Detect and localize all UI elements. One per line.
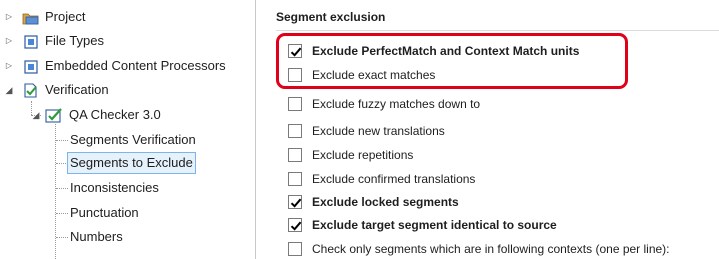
collapse-arrow-icon[interactable]: ◢: [4, 79, 14, 101]
tree-item-segments-verification[interactable]: Segments Verification: [70, 129, 196, 151]
option-label: Exclude repetitions: [312, 148, 414, 162]
settings-tree: ▷ Project ▷ File Types ▷ Embedded Conten…: [0, 0, 256, 259]
tree-item-label: File Types: [45, 33, 105, 48]
checkbox-unchecked[interactable]: [288, 97, 302, 111]
segment-exclusion-panel: Segment exclusion Exclude PerfectMatch a…: [258, 0, 719, 259]
checkbox-unchecked[interactable]: [288, 242, 302, 256]
option-label: Exclude new translations: [312, 124, 445, 138]
expand-arrow-icon[interactable]: ▷: [4, 30, 14, 52]
option-label: Exclude locked segments: [312, 195, 459, 209]
option-label: Check only segments which are in followi…: [312, 242, 670, 256]
tree-item-numbers[interactable]: Numbers: [70, 226, 123, 248]
option-label: Exclude fuzzy matches down to: [312, 97, 481, 111]
check-mark-icon: [290, 198, 302, 208]
tree-line: [56, 237, 68, 238]
tree-item-label: Embedded Content Processors: [45, 58, 226, 73]
tree-line: [55, 124, 56, 259]
file-types-icon: [24, 34, 40, 49]
expand-arrow-icon[interactable]: ▷: [4, 6, 14, 28]
verification-icon: [23, 83, 39, 98]
checkbox-checked[interactable]: [288, 218, 302, 232]
tree-item-inconsistencies[interactable]: Inconsistencies: [70, 177, 159, 199]
qa-checker-icon: [45, 108, 62, 123]
tree-line: [56, 188, 68, 189]
tree-item-label: Segments to Exclude: [70, 155, 193, 170]
tree-item-label: Punctuation: [70, 205, 139, 220]
tree-item-label: QA Checker 3.0: [69, 107, 161, 122]
red-highlight-annotation: [276, 33, 628, 89]
section-title: Segment exclusion: [276, 10, 386, 24]
collapse-arrow-icon[interactable]: ◢: [31, 104, 41, 126]
option-label: Exclude target segment identical to sour…: [312, 218, 557, 232]
checkbox-unchecked[interactable]: [288, 124, 302, 138]
section-divider: [276, 30, 719, 31]
embedded-content-icon: [24, 59, 40, 74]
checkbox-unchecked[interactable]: [288, 148, 302, 162]
tree-item-label: Numbers: [70, 229, 123, 244]
checkbox-unchecked[interactable]: [288, 172, 302, 186]
tree-item-label: Segments Verification: [70, 132, 196, 147]
checkbox-checked[interactable]: [288, 195, 302, 209]
expand-arrow-icon[interactable]: ▷: [4, 55, 14, 77]
option-label: Exclude confirmed translations: [312, 172, 476, 186]
check-mark-icon: [290, 221, 302, 231]
tree-item-punctuation[interactable]: Punctuation: [70, 202, 139, 224]
project-folder-icon: [22, 10, 39, 25]
tree-line: [56, 163, 66, 164]
tree-item-label: Inconsistencies: [70, 180, 159, 195]
tree-line: [56, 213, 68, 214]
tree-item-segments-to-exclude[interactable]: Segments to Exclude: [67, 152, 196, 174]
tree-item-label: Verification: [45, 82, 109, 97]
tree-line: [56, 140, 68, 141]
tree-item-label: Project: [45, 9, 86, 24]
